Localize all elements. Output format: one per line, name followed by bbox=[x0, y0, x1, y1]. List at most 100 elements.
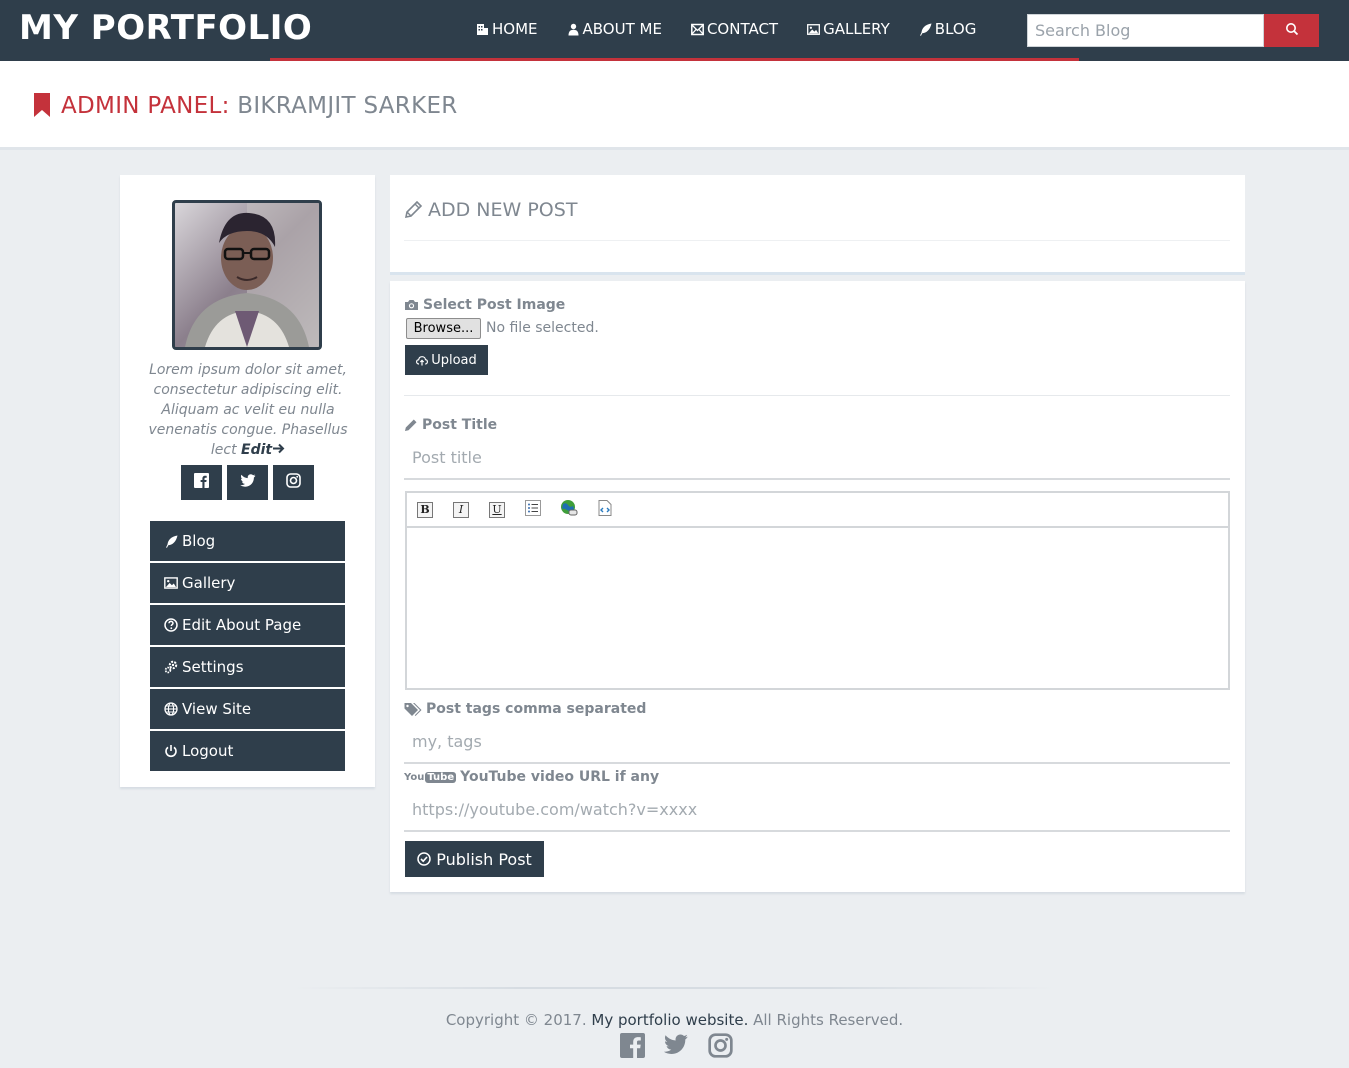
youtube-url-input[interactable] bbox=[404, 788, 1230, 832]
sidebar-item-view-site[interactable]: View Site bbox=[150, 689, 345, 729]
source-code-icon bbox=[597, 500, 613, 519]
sidebar-item-edit-about[interactable]: Edit About Page bbox=[150, 605, 345, 645]
building-icon bbox=[476, 23, 489, 36]
sidebar-item-gallery[interactable]: Gallery bbox=[150, 563, 345, 603]
list-button[interactable] bbox=[525, 500, 541, 519]
post-image-label-text: Select Post Image bbox=[423, 297, 566, 313]
post-image-label: Select Post Image bbox=[404, 297, 565, 313]
source-button[interactable] bbox=[597, 500, 613, 519]
youtube-url-label: You Tube YouTube video URL if any bbox=[404, 769, 659, 785]
tags-icon bbox=[404, 702, 422, 716]
list-icon bbox=[525, 500, 541, 519]
avatar bbox=[172, 200, 322, 350]
image-icon bbox=[807, 23, 821, 36]
post-body-textarea[interactable] bbox=[407, 528, 1228, 688]
facebook-icon bbox=[194, 473, 209, 492]
edit-bio-label: Edit bbox=[241, 442, 273, 458]
bold-button[interactable]: B bbox=[417, 501, 433, 518]
upload-label: Upload bbox=[431, 352, 477, 368]
social-links bbox=[181, 465, 314, 500]
feather-icon bbox=[164, 534, 178, 548]
instagram-icon bbox=[286, 473, 301, 492]
underline-button[interactable]: U bbox=[489, 501, 505, 518]
edit-bio-link[interactable]: Edit bbox=[241, 442, 285, 458]
twitter-button[interactable] bbox=[227, 465, 268, 500]
nav-label-contact: CONTACT bbox=[706, 20, 779, 38]
footer-instagram-link[interactable] bbox=[706, 1032, 734, 1062]
profile-sidebar: Lorem ipsum dolor sit amet, consectetur … bbox=[120, 175, 375, 787]
check-circle-icon bbox=[417, 852, 431, 866]
admin-menu: Blog Gallery Edit About Page Settings Vi… bbox=[150, 521, 345, 773]
post-tags-label-text: Post tags comma separated bbox=[426, 701, 647, 717]
nav-item-about[interactable]: ABOUT ME bbox=[567, 20, 662, 38]
twitter-icon bbox=[663, 1034, 689, 1060]
italic-button[interactable]: I bbox=[453, 501, 469, 518]
nav-label-blog: BLOG bbox=[934, 20, 977, 38]
envelope-icon bbox=[691, 23, 704, 36]
page-title: ADMIN PANEL: BIKRAMJIT SARKER bbox=[61, 93, 458, 119]
pencil-icon bbox=[404, 418, 418, 432]
brand-logo[interactable]: MY PORTFOLIO bbox=[19, 8, 312, 48]
footer-twitter-link[interactable] bbox=[662, 1033, 690, 1061]
nav-item-blog[interactable]: BLOG bbox=[919, 20, 977, 38]
post-title-label-text: Post Title bbox=[422, 417, 498, 433]
search-icon bbox=[1285, 22, 1299, 39]
post-title-label: Post Title bbox=[404, 417, 497, 433]
user-icon bbox=[567, 23, 580, 36]
add-post-header-panel: ADD NEW POST bbox=[390, 175, 1245, 275]
search-button[interactable] bbox=[1264, 14, 1319, 47]
browse-button[interactable]: Browse... bbox=[406, 318, 481, 339]
footer-social-links bbox=[618, 1032, 734, 1062]
youtube-badge-you: You bbox=[404, 771, 425, 783]
gears-icon bbox=[164, 660, 178, 674]
site-name-link[interactable]: My portfolio website. bbox=[591, 1011, 748, 1029]
nav-item-contact[interactable]: CONTACT bbox=[691, 20, 778, 38]
rights-text: All Rights Reserved. bbox=[753, 1011, 904, 1029]
feather-icon bbox=[919, 23, 932, 36]
question-circle-icon bbox=[164, 618, 178, 632]
post-tags-input[interactable] bbox=[404, 720, 1230, 764]
nav-label-gallery: GALLERY bbox=[823, 20, 890, 38]
twitter-icon bbox=[239, 473, 256, 492]
instagram-icon bbox=[707, 1032, 733, 1062]
profile-bio: Lorem ipsum dolor sit amet, consectetur … bbox=[140, 360, 356, 460]
sidebar-item-label: Gallery bbox=[182, 574, 236, 592]
post-title-input[interactable] bbox=[404, 436, 1230, 480]
sidebar-item-label: Logout bbox=[182, 742, 234, 760]
instagram-button[interactable] bbox=[273, 465, 314, 500]
nav-item-gallery[interactable]: GALLERY bbox=[807, 20, 890, 38]
add-post-title: ADD NEW POST bbox=[428, 199, 578, 221]
sidebar-item-label: Settings bbox=[182, 658, 244, 676]
search-bar bbox=[1027, 14, 1319, 47]
upload-button[interactable]: Upload bbox=[405, 345, 488, 375]
divider bbox=[404, 395, 1230, 396]
youtube-icon: You Tube bbox=[404, 771, 457, 783]
divider bbox=[404, 240, 1230, 241]
youtube-url-label-text: YouTube video URL if any bbox=[460, 769, 660, 785]
publish-post-button[interactable]: Publish Post bbox=[405, 841, 544, 877]
sidebar-item-logout[interactable]: Logout bbox=[150, 731, 345, 771]
camera-icon bbox=[404, 299, 419, 311]
sidebar-item-label: View Site bbox=[182, 700, 252, 718]
cloud-upload-icon bbox=[416, 355, 429, 366]
globe-icon bbox=[164, 702, 178, 716]
file-status: No file selected. bbox=[486, 320, 599, 336]
nav-label-about: ABOUT ME bbox=[582, 20, 662, 38]
copyright: Copyright © 2017. My portfolio website. … bbox=[0, 1011, 1349, 1029]
facebook-button[interactable] bbox=[181, 465, 222, 500]
editor-toolbar: B I U bbox=[407, 493, 1228, 528]
bookmark-icon bbox=[34, 93, 50, 121]
navbar: MY PORTFOLIO HOME ABOUT ME CONTACT GALLE… bbox=[0, 0, 1349, 61]
admin-panel-label: ADMIN PANEL: bbox=[61, 93, 230, 119]
footer-facebook-link[interactable] bbox=[618, 1032, 646, 1062]
rich-text-editor: B I U bbox=[405, 491, 1230, 690]
footer-divider bbox=[294, 987, 1054, 989]
nav-item-home[interactable]: HOME bbox=[476, 20, 538, 38]
facebook-icon bbox=[619, 1032, 645, 1062]
search-input[interactable] bbox=[1027, 14, 1264, 47]
pencil-icon bbox=[404, 201, 424, 219]
link-button[interactable] bbox=[561, 500, 578, 518]
sidebar-item-settings[interactable]: Settings bbox=[150, 647, 345, 687]
sidebar-item-blog[interactable]: Blog bbox=[150, 521, 345, 561]
youtube-badge-tube: Tube bbox=[425, 771, 457, 783]
